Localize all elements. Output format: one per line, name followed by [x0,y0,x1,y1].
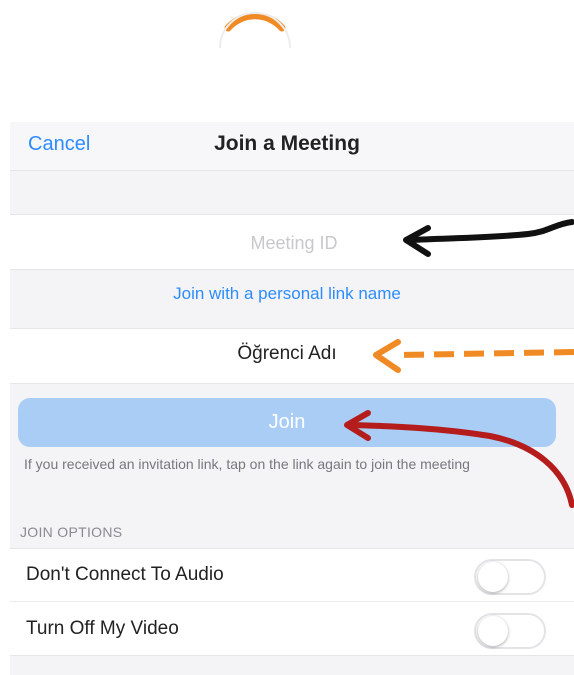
toggle-knob [478,616,508,646]
logo-arc-icon [219,12,291,49]
join-options-header: JOIN OPTIONS [20,524,123,540]
audio-toggle[interactable] [474,559,546,595]
personal-link-name-link[interactable]: Join with a personal link name [0,284,574,304]
join-button[interactable]: Join [18,398,556,447]
invitation-hint: If you received an invitation link, tap … [24,456,470,472]
toggle-knob [478,562,508,592]
page-title: Join a Meeting [214,132,360,155]
option-label-video: Turn Off My Video [26,618,179,639]
name-field-value[interactable]: Öğrenci Adı [0,343,574,365]
meeting-id-input[interactable] [10,214,574,272]
option-label-audio: Don't Connect To Audio [26,564,224,585]
video-toggle[interactable] [474,613,546,649]
